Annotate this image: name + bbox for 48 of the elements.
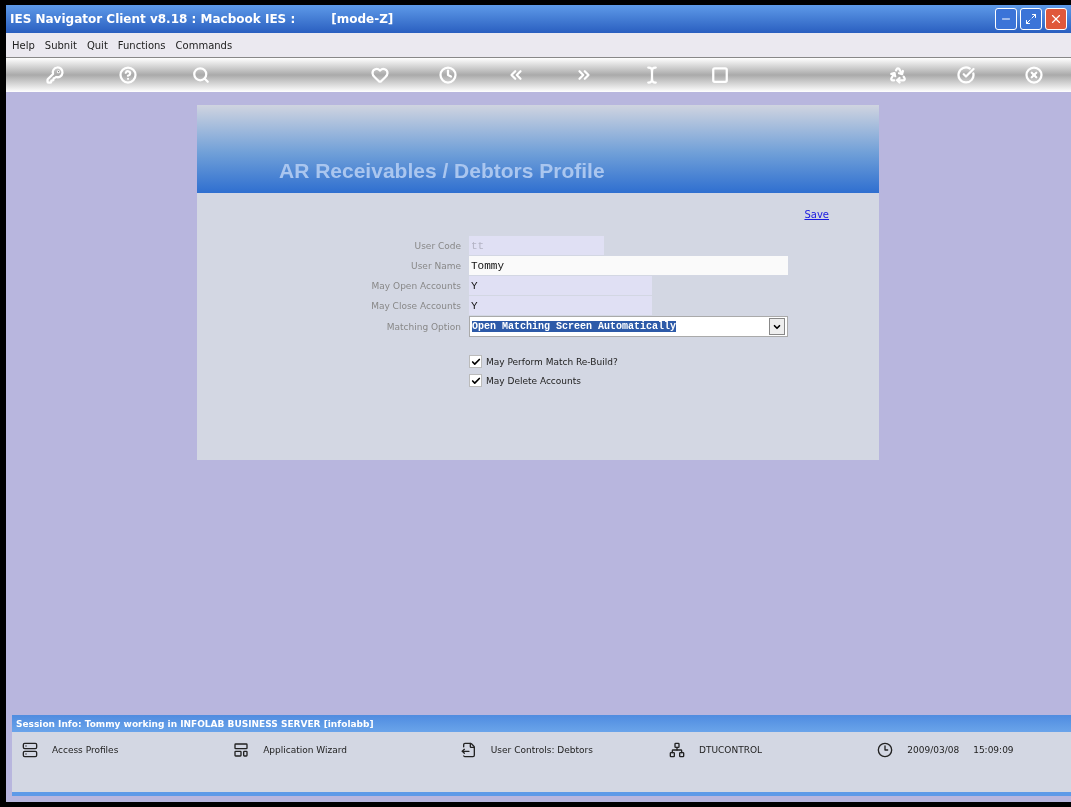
document-arrow-icon[interactable] bbox=[460, 742, 477, 758]
field-label: Matching Option bbox=[385, 321, 461, 332]
window-title: IES Navigator Client v8.18 : Macbook IES : bbox=[10, 12, 296, 26]
matching-dropdown[interactable]: Open Matching Screen Automatically bbox=[469, 316, 788, 337]
session-info: Session Info: Tommy working in INFOLAB BUSINESS SERVER [infolabb] bbox=[16, 718, 374, 729]
search-icon[interactable] bbox=[192, 66, 210, 84]
menu-item[interactable]: Functions bbox=[117, 39, 166, 51]
checkbox-label: May Perform Match Re-Build? bbox=[486, 356, 618, 367]
checkbox-label: May Delete Accounts bbox=[486, 375, 581, 386]
window-icon[interactable] bbox=[233, 742, 250, 758]
key-icon[interactable] bbox=[46, 66, 64, 84]
field-label: May Open Accounts bbox=[370, 280, 461, 291]
input-field[interactable]: Tommy bbox=[469, 256, 788, 275]
menu-item[interactable]: Commands bbox=[175, 39, 233, 51]
status-item[interactable]: Access Profiles bbox=[52, 745, 119, 755]
close-button[interactable] bbox=[1045, 8, 1067, 30]
close-icon[interactable] bbox=[1025, 66, 1043, 84]
maximize-button[interactable] bbox=[1020, 8, 1042, 30]
menu-item[interactable]: Quit bbox=[86, 39, 108, 51]
check-icon[interactable] bbox=[957, 66, 975, 84]
input-field[interactable]: Y bbox=[469, 296, 652, 315]
menu-item[interactable]: Subnit bbox=[44, 39, 77, 51]
field-label: User Code bbox=[413, 240, 461, 251]
network-icon[interactable] bbox=[669, 742, 686, 758]
minimize-button[interactable] bbox=[995, 8, 1017, 30]
clock-icon[interactable] bbox=[438, 66, 457, 84]
status-date: 2009/03/08 bbox=[907, 745, 960, 755]
close-icon bbox=[1049, 12, 1063, 26]
heart-icon[interactable] bbox=[370, 66, 389, 84]
mode-label: [mode-Z] bbox=[331, 12, 394, 26]
status-item[interactable]: User Controls: Debtors bbox=[490, 745, 593, 755]
clock-icon bbox=[877, 742, 894, 758]
input-field[interactable]: Y bbox=[469, 276, 652, 295]
status-item[interactable]: Application Wizard bbox=[263, 745, 347, 755]
status-item[interactable]: DTUCONTROL bbox=[699, 745, 762, 755]
field-label: May Close Accounts bbox=[370, 300, 461, 311]
recycle-icon[interactable] bbox=[889, 66, 907, 84]
maximize-icon bbox=[1025, 13, 1037, 25]
help-icon[interactable] bbox=[119, 66, 137, 84]
server-icon[interactable] bbox=[22, 742, 38, 758]
status-time: 15:09:09 bbox=[973, 745, 1014, 755]
checkbox[interactable] bbox=[469, 374, 482, 387]
panel-title: AR Receivables / Debtors Profile bbox=[279, 159, 605, 183]
save-link[interactable]: Save bbox=[804, 209, 829, 220]
square-icon[interactable] bbox=[710, 66, 729, 84]
menu-item[interactable]: Help bbox=[12, 39, 35, 51]
field-label: User Name bbox=[410, 260, 461, 271]
checkbox[interactable] bbox=[469, 355, 482, 368]
